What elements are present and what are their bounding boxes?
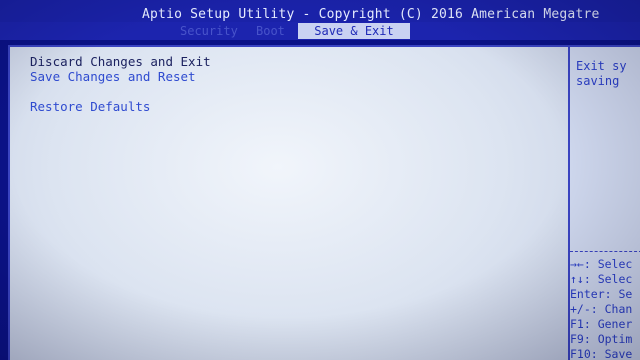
help-text-line-1: Exit sy xyxy=(576,59,627,73)
main-panel: Discard Changes and Exit Save Changes an… xyxy=(8,45,568,360)
key-hint-f9: F9: Optim xyxy=(570,332,633,346)
menu-item-discard-changes-exit[interactable]: Discard Changes and Exit xyxy=(30,54,211,69)
tab-boot[interactable]: Boot xyxy=(256,24,285,38)
menu-item-restore-defaults[interactable]: Restore Defaults xyxy=(30,99,150,114)
title-bar: Aptio Setup Utility - Copyright (C) 2016… xyxy=(0,0,640,22)
key-hint-f10: F10: Save xyxy=(570,347,633,360)
tab-bar: Security Boot Save & Exit xyxy=(0,22,640,40)
tab-security[interactable]: Security xyxy=(180,24,238,38)
menu-item-save-changes-reset[interactable]: Save Changes and Reset xyxy=(30,69,196,84)
key-hint-enter: Enter: Se xyxy=(570,287,633,301)
tab-save-exit[interactable]: Save & Exit xyxy=(298,23,410,39)
key-hint-f1: F1: Gener xyxy=(570,317,633,331)
help-divider xyxy=(570,251,640,253)
key-hint-select-screen: →←: Selec xyxy=(570,257,633,271)
bios-screen: Aptio Setup Utility - Copyright (C) 2016… xyxy=(0,0,640,360)
help-text-line-2: saving xyxy=(576,74,620,88)
key-hint-change: +/-: Chan xyxy=(570,302,633,316)
key-hint-select-item: ↑↓: Selec xyxy=(570,272,633,286)
help-panel: Exit sy saving →←: Selec ↑↓: Selec Enter… xyxy=(568,45,640,360)
app-title: Aptio Setup Utility - Copyright (C) 2016… xyxy=(142,7,600,22)
